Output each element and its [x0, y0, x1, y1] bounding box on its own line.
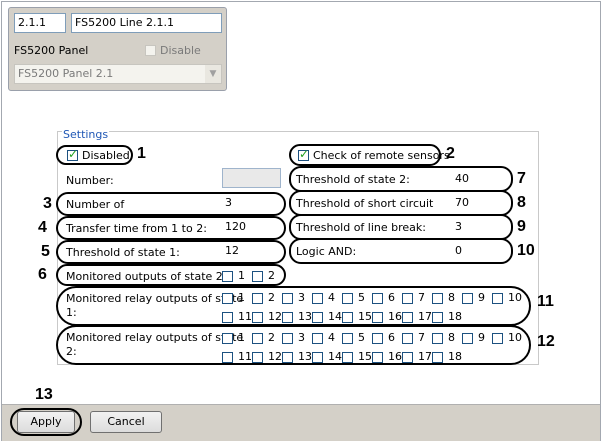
chevron-down-icon[interactable]: ▼ — [205, 65, 221, 83]
callout-10: 10 — [517, 242, 535, 259]
callout-oval-10 — [289, 238, 513, 264]
name-field[interactable]: FS5200 Line 2.1.1 — [71, 13, 222, 33]
callout-oval-13 — [10, 408, 82, 436]
callout-oval-12 — [56, 325, 531, 365]
cancel-button[interactable]: Cancel — [90, 411, 162, 433]
callout-4: 4 — [38, 219, 47, 236]
callout-oval-7 — [289, 166, 513, 192]
callout-11: 11 — [537, 293, 554, 310]
callout-oval-5 — [56, 240, 286, 264]
callout-2: 2 — [446, 145, 455, 162]
disable-label: Disable — [160, 44, 201, 57]
panel-select[interactable]: FS5200 Panel 2.1 ▼ — [14, 64, 222, 84]
callout-1: 1 — [137, 145, 146, 162]
panel-select-value: FS5200 Panel 2.1 — [18, 67, 114, 80]
callout-5: 5 — [41, 243, 50, 260]
panel-label: FS5200 Panel — [14, 44, 89, 57]
object-header-panel: 2.1.1 FS5200 Line 2.1.1 FS5200 Panel Dis… — [8, 7, 227, 91]
callout-oval-2 — [289, 144, 441, 166]
callout-12: 12 — [537, 333, 555, 350]
number-field[interactable] — [222, 168, 281, 188]
callout-13: 13 — [35, 386, 53, 403]
callout-6: 6 — [38, 266, 47, 283]
callout-9: 9 — [517, 218, 526, 235]
callout-oval-9 — [289, 214, 513, 240]
callout-oval-1 — [56, 145, 133, 165]
callout-oval-6 — [56, 264, 286, 286]
callout-3: 3 — [43, 195, 52, 212]
callout-8: 8 — [517, 194, 526, 211]
id-field[interactable]: 2.1.1 — [14, 13, 66, 33]
callout-oval-3 — [56, 192, 286, 216]
disable-checkbox[interactable] — [145, 45, 156, 56]
settings-title: Settings — [62, 128, 110, 141]
callout-oval-8 — [289, 190, 513, 216]
callout-oval-4 — [56, 216, 286, 240]
callout-oval-11 — [56, 286, 531, 326]
callout-7: 7 — [517, 170, 526, 187]
number-label: Number: — [66, 174, 114, 187]
